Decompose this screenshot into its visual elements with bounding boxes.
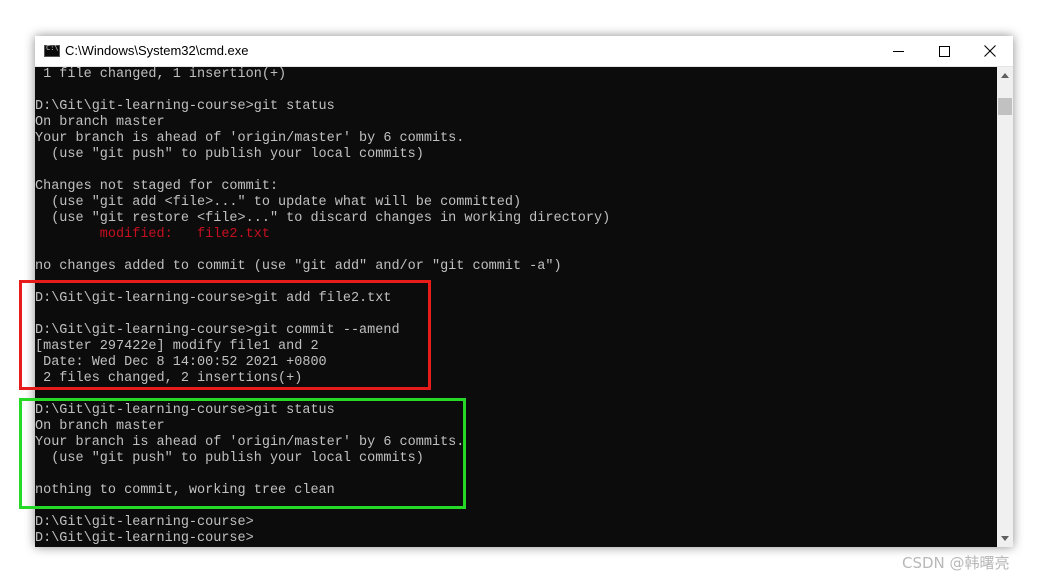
console-line: (use "git push" to publish your local co… (35, 147, 424, 162)
scroll-up-button[interactable] (997, 67, 1013, 84)
window-title: C:\Windows\System32\cmd.exe (65, 43, 249, 58)
chevron-down-icon (1001, 536, 1009, 541)
console-line: D:\Git\git-learning-course> (35, 531, 254, 546)
console-line: D:\Git\git-learning-course>git status (35, 99, 335, 114)
console-line: 1 file changed, 1 insertion(+) (35, 67, 287, 82)
highlight-box-green (19, 398, 466, 509)
scrollbar-thumb[interactable] (998, 98, 1012, 115)
console-line: Changes not staged for commit: (35, 179, 279, 194)
maximize-button[interactable] (921, 36, 967, 66)
close-icon (984, 45, 996, 57)
console-line: On branch master (35, 115, 165, 130)
cmd-icon[interactable] (44, 44, 60, 57)
minimize-icon (892, 50, 904, 52)
scroll-down-button[interactable] (997, 530, 1013, 547)
maximize-icon (938, 45, 950, 57)
vertical-scrollbar[interactable] (997, 67, 1013, 547)
console-line: Your branch is ahead of 'origin/master' … (35, 131, 465, 146)
console-line: D:\Git\git-learning-course> (35, 515, 254, 530)
minimize-button[interactable] (875, 36, 921, 66)
console-line: no changes added to commit (use "git add… (35, 259, 562, 274)
console-line: (use "git add <file>..." to update what … (35, 195, 522, 210)
close-button[interactable] (967, 36, 1013, 66)
chevron-up-icon (1001, 73, 1009, 78)
watermark: CSDN @韩曙亮 (902, 554, 1010, 572)
highlight-box-red (19, 280, 431, 390)
title-bar[interactable]: C:\Windows\System32\cmd.exe (35, 36, 1013, 67)
console-line: (use "git restore <file>..." to discard … (35, 211, 611, 226)
modified-file-line: modified: file2.txt (35, 227, 270, 242)
